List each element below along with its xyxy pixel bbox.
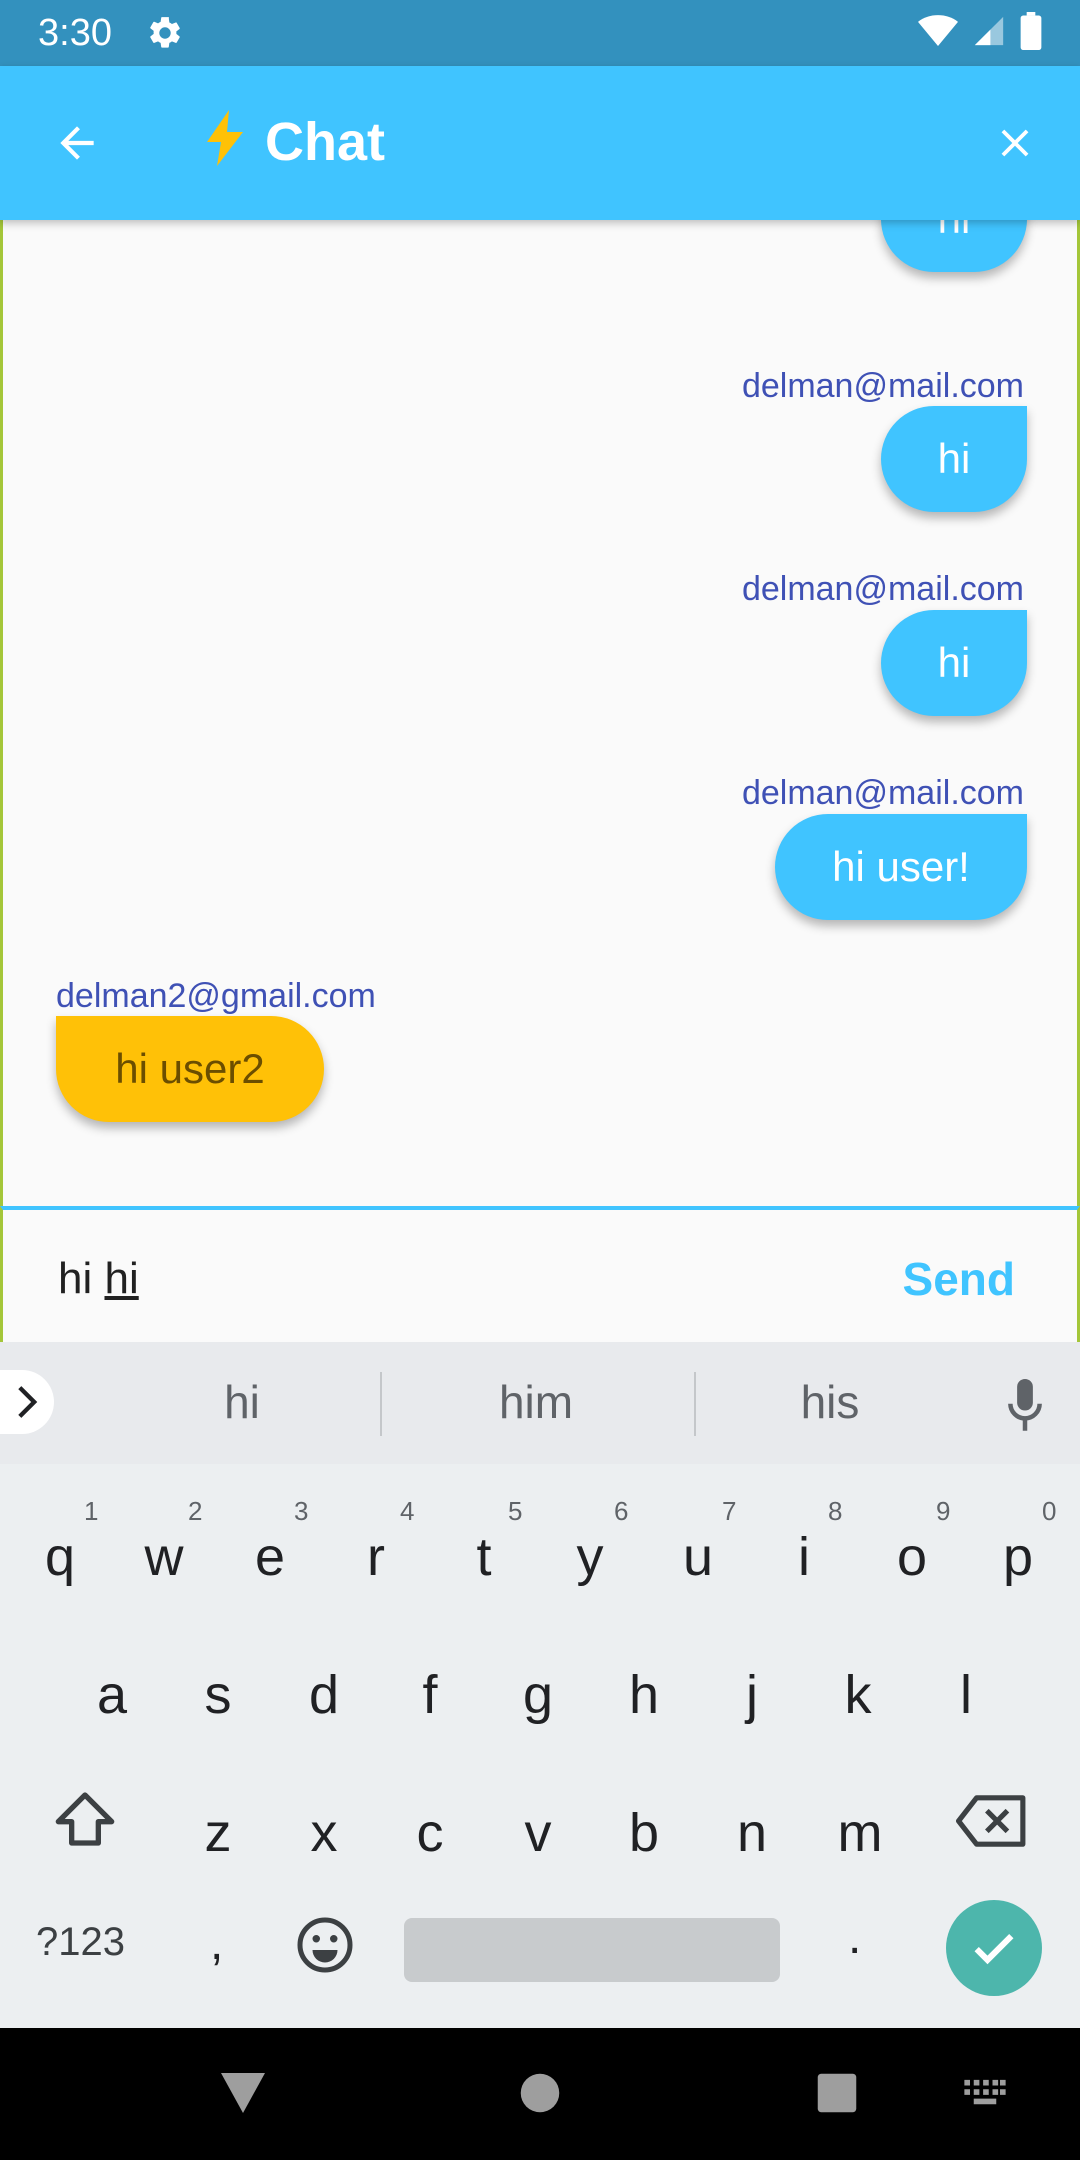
key-y[interactable]: y6 (564, 1498, 629, 1592)
soft-keyboard: hi him his q1 w2 e3 r4 t5 y6 u7 i8 o9 p0… (0, 1342, 1080, 2028)
key-r[interactable]: r4 (350, 1498, 414, 1592)
emoji-key[interactable] (290, 1910, 360, 1980)
key-g[interactable]: g (512, 1660, 564, 1730)
space-key[interactable] (404, 1918, 780, 1982)
keyboard-switch-button[interactable] (950, 2058, 1020, 2128)
key-k[interactable]: k (832, 1660, 884, 1730)
message-sender: delman2@gmail.com (56, 977, 376, 1015)
app-bar: Chat (0, 66, 1080, 220)
message-bubble-outgoing: hi (881, 220, 1027, 272)
shift-icon (55, 1792, 115, 1846)
back-button[interactable] (40, 106, 114, 180)
message-text: hi user2 (115, 1045, 265, 1092)
backspace-icon (956, 1795, 1026, 1847)
message-text: hi (938, 220, 971, 243)
key-s[interactable]: s (192, 1660, 244, 1730)
key-w[interactable]: w2 (138, 1498, 203, 1592)
home-circle-icon (520, 2073, 560, 2113)
key-o[interactable]: o9 (886, 1498, 951, 1592)
key-b[interactable]: b (618, 1798, 670, 1868)
key-a[interactable]: a (86, 1660, 138, 1730)
key-j[interactable]: j (726, 1660, 778, 1730)
message-sender: delman@mail.com (741, 774, 1024, 812)
settings-icon (146, 14, 184, 52)
enter-key[interactable] (946, 1900, 1042, 1996)
key-x[interactable]: x (298, 1798, 350, 1868)
suggestion-strip: hi him his (0, 1342, 1080, 1464)
nav-back-button[interactable] (208, 2058, 278, 2128)
signal-icon (972, 14, 1006, 53)
message-bubble-outgoing: hi (881, 406, 1027, 512)
message-sender: delman@mail.com (741, 570, 1024, 608)
wifi-icon (918, 14, 958, 53)
recents-square-icon (817, 2073, 857, 2113)
key-f[interactable]: f (404, 1660, 456, 1730)
message-text: hi user! (832, 843, 970, 890)
navigation-bar (0, 2028, 1080, 2160)
back-triangle-icon (221, 2073, 265, 2113)
message-input[interactable]: hi hi (58, 1254, 139, 1304)
lightning-icon (200, 110, 265, 172)
key-t[interactable]: t5 (458, 1498, 522, 1592)
key-d[interactable]: d (298, 1660, 350, 1730)
nav-home-button[interactable] (505, 2058, 575, 2128)
message-sender: delman@mail.com (741, 367, 1024, 405)
suggestion-3[interactable]: his (680, 1372, 980, 1432)
close-button[interactable] (978, 106, 1052, 180)
input-composing-text: hi (104, 1254, 139, 1303)
message-bubble-outgoing: hi (881, 610, 1027, 716)
check-icon (974, 1933, 1014, 1965)
backspace-key[interactable] (952, 1786, 1032, 1856)
message-composer: hi hi Send (0, 1206, 1080, 1342)
key-i[interactable]: i8 (778, 1498, 842, 1592)
message-bubble-outgoing: hi user! (775, 814, 1027, 920)
key-c[interactable]: c (404, 1798, 456, 1868)
send-button[interactable]: Send (903, 1252, 1015, 1306)
key-e[interactable]: e3 (244, 1498, 309, 1592)
key-m[interactable]: m (832, 1798, 888, 1868)
status-time: 3:30 (38, 12, 112, 54)
key-z[interactable]: z (192, 1798, 244, 1868)
mic-icon (1008, 1379, 1042, 1431)
emoji-icon (297, 1917, 353, 1973)
voice-input-button[interactable] (998, 1376, 1052, 1436)
shift-key[interactable] (48, 1782, 122, 1856)
message-bubble-incoming: hi user2 (56, 1016, 324, 1122)
key-n[interactable]: n (726, 1798, 778, 1868)
suggestion-divider (380, 1372, 382, 1436)
suggestion-1[interactable]: hi (92, 1372, 392, 1432)
status-bar: 3:30 (0, 0, 1080, 66)
key-p[interactable]: p0 (992, 1498, 1057, 1592)
message-text: hi (937, 435, 971, 482)
key-period[interactable]: . (848, 1908, 861, 1968)
symbols-key[interactable]: ?123 (36, 1912, 125, 1972)
key-comma[interactable]: , (210, 1914, 223, 1974)
key-l[interactable]: l (940, 1660, 992, 1730)
key-h[interactable]: h (618, 1660, 670, 1730)
expand-toolbar-button[interactable] (0, 1370, 54, 1434)
nav-recents-button[interactable] (802, 2058, 872, 2128)
message-text: hi (937, 639, 971, 686)
input-committed-text: hi (58, 1254, 105, 1303)
key-v[interactable]: v (512, 1798, 564, 1868)
page-title-text: Chat (265, 112, 386, 172)
arrow-back-icon (60, 126, 94, 160)
keyboard-switch-icon (964, 2079, 1006, 2105)
close-icon (1001, 129, 1029, 157)
suggestion-2[interactable]: him (386, 1372, 686, 1432)
message-list[interactable]: hi delman@mail.com hi delman@mail.com hi… (0, 220, 1080, 1206)
battery-icon (1020, 11, 1042, 55)
expand-icon (18, 1386, 38, 1418)
page-title: Chat (200, 110, 385, 174)
key-u[interactable]: u7 (672, 1498, 737, 1592)
key-q[interactable]: q1 (34, 1498, 99, 1592)
